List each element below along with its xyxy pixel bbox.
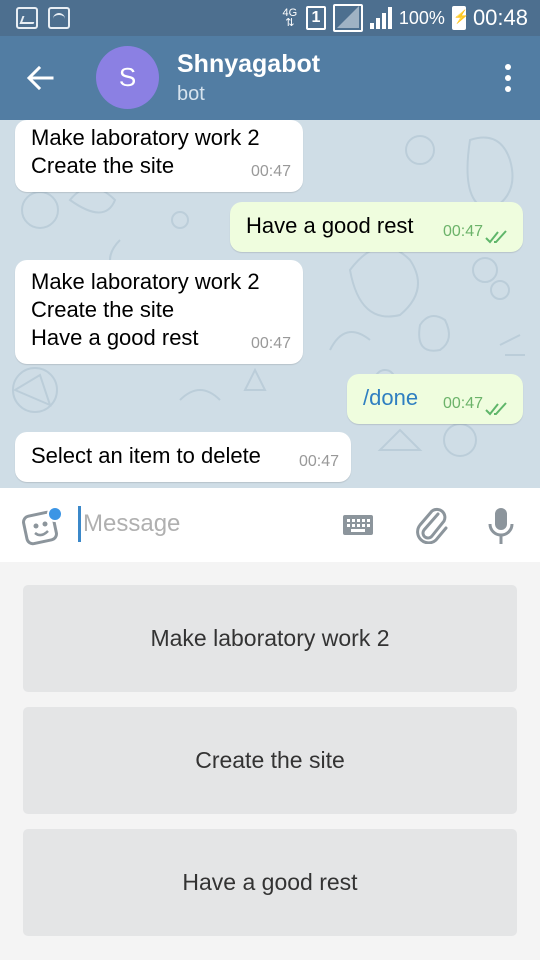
message-time: 00:47 xyxy=(442,395,483,412)
message-bubble-incoming[interactable]: Select an item to delete 00:47 xyxy=(15,432,351,482)
more-dot-icon xyxy=(505,86,511,92)
status-bar: 4G ⇅ 1 100% 00:48 xyxy=(0,0,540,36)
network-type-indicator: 4G ⇅ xyxy=(281,8,299,29)
read-checkmarks-icon xyxy=(485,402,507,416)
reply-button-make-laboratory-work-2[interactable]: Make laboratory work 2 xyxy=(23,585,517,692)
microphone-icon[interactable] xyxy=(486,506,516,546)
message-bubble-incoming[interactable]: Make laboratory work 2 Create the site H… xyxy=(15,260,303,364)
more-dot-icon xyxy=(505,64,511,70)
gallery-notification-icon xyxy=(16,7,38,29)
network-activity-icon: ⇅ xyxy=(285,17,295,29)
message-text: Make laboratory work 2 xyxy=(31,125,260,150)
message-bubble-incoming[interactable]: Make laboratory work 2 Create the site 0… xyxy=(15,120,303,192)
battery-charging-icon xyxy=(451,6,469,30)
message-list[interactable]: Make laboratory work 2 Create the site 0… xyxy=(0,120,540,488)
back-button[interactable] xyxy=(18,56,62,100)
message-input[interactable] xyxy=(78,506,318,542)
message-text: Create the site xyxy=(31,297,175,322)
message-time: 00:47 xyxy=(250,163,291,180)
battery-percent: 100% xyxy=(398,7,445,28)
bot-keyboard-icon[interactable] xyxy=(342,514,374,536)
chat-header: S Shnyagabot bot xyxy=(0,36,540,120)
message-time: 00:47 xyxy=(250,335,291,352)
signal-strength-icon xyxy=(369,7,392,29)
chat-title[interactable]: Shnyagabot xyxy=(177,50,320,79)
more-options-button[interactable] xyxy=(496,60,520,96)
bot-avatar[interactable]: S xyxy=(96,46,159,109)
chat-subtitle: bot xyxy=(177,83,205,105)
reply-button-create-the-site[interactable]: Create the site xyxy=(23,707,517,814)
wifi-notification-icon xyxy=(48,7,70,29)
sim-signal-icon xyxy=(332,4,363,32)
message-bubble-outgoing[interactable]: /done 00:47 xyxy=(347,374,523,424)
bot-reply-keyboard: Make laboratory work 2 Create the site H… xyxy=(0,562,540,960)
read-checkmarks-icon xyxy=(485,230,507,244)
message-time: 00:47 xyxy=(298,453,339,470)
more-dot-icon xyxy=(505,75,511,81)
message-text: Create the site xyxy=(31,153,175,178)
back-arrow-icon xyxy=(26,65,54,91)
clock: 00:48 xyxy=(472,5,528,30)
reply-button-have-a-good-rest[interactable]: Have a good rest xyxy=(23,829,517,936)
attach-paperclip-icon[interactable] xyxy=(414,506,450,544)
message-time: 00:47 xyxy=(442,223,483,240)
message-text: Have a good rest xyxy=(31,325,199,350)
message-composer xyxy=(0,488,540,562)
message-bubble-outgoing[interactable]: Have a good rest 00:47 xyxy=(230,202,523,252)
sim-slot-icon: 1 xyxy=(305,6,326,30)
message-text: Make laboratory work 2 xyxy=(31,269,260,294)
message-text: Select an item to delete xyxy=(31,443,261,468)
new-stickers-badge xyxy=(47,506,63,522)
